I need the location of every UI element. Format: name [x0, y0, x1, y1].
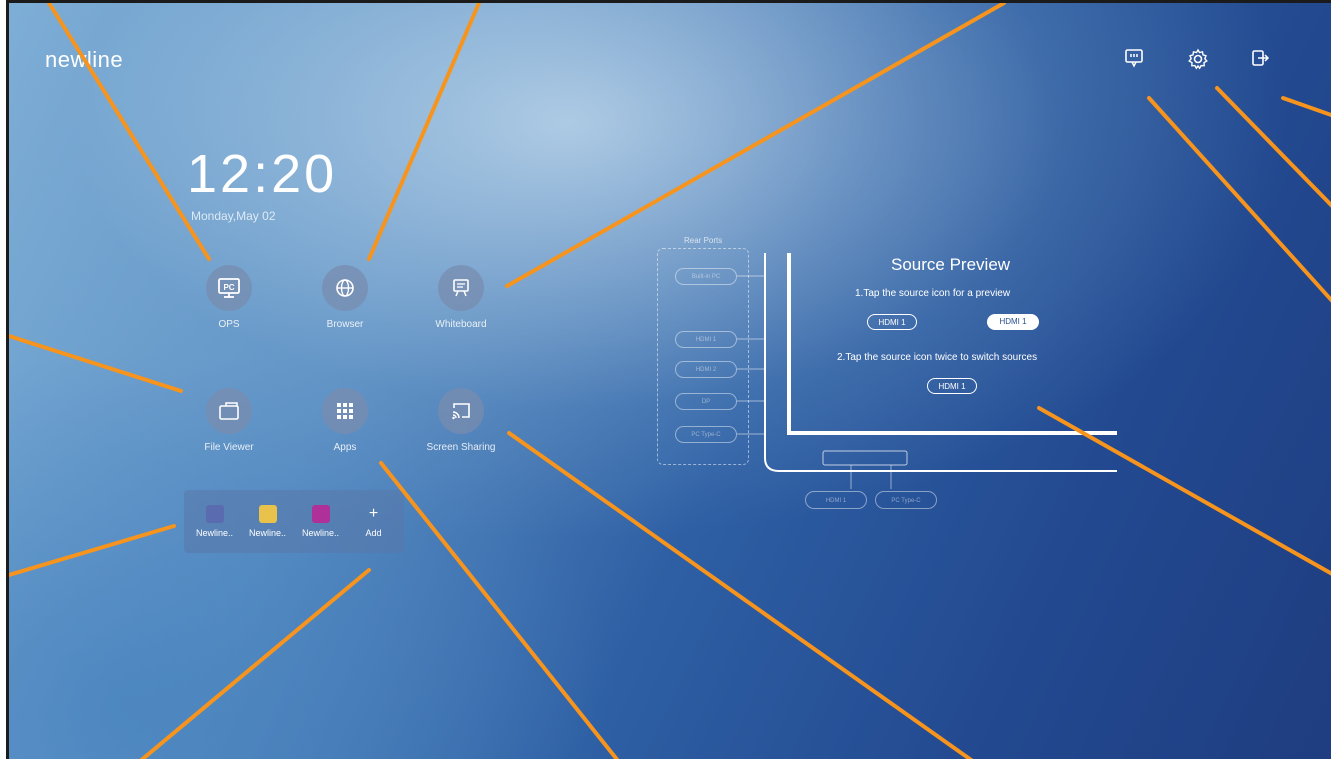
dock-app-1-label: Newline..: [195, 528, 233, 538]
source-preview-title: Source Preview: [891, 255, 1011, 274]
clock-date: Monday,May 02: [191, 209, 276, 223]
cast-icon: [438, 388, 484, 434]
dock-app-2-label: Newline..: [248, 528, 286, 538]
plus-icon: +: [368, 505, 379, 522]
app-file-viewer-label: File Viewer: [204, 442, 254, 453]
app-thumbnail-icon: [258, 505, 277, 523]
dock-app-2[interactable]: Newline..: [245, 505, 291, 538]
app-browser[interactable]: Browser: [295, 265, 395, 330]
hdmi-switch-pill: HDMI 1: [927, 378, 977, 394]
dock-add-button[interactable]: + Add: [351, 505, 397, 538]
home-screen: newline 12:20 Monday,May 02 PC OPS Brows…: [6, 0, 1331, 759]
dock-app-1[interactable]: Newline..: [192, 505, 238, 538]
newline-logo: newline: [45, 47, 124, 72]
app-apps[interactable]: Apps: [295, 388, 395, 453]
app-screen-sharing[interactable]: Screen Sharing: [411, 388, 511, 453]
app-file-viewer[interactable]: File Viewer: [179, 388, 279, 453]
whiteboard-icon: [438, 265, 484, 311]
port-dp: DP: [675, 393, 737, 410]
folder-icon: [206, 388, 252, 434]
app-ops-label: OPS: [218, 319, 240, 330]
dock-add-label: Add: [365, 528, 382, 538]
exit-icon[interactable]: [1249, 47, 1271, 74]
dock-app-3[interactable]: Newline..: [298, 505, 344, 538]
bottom-port-pc-type-c: PC Type-C: [875, 491, 937, 509]
source-preview-step-2: 2.Tap the source icon twice to switch so…: [837, 352, 1038, 363]
app-screen-sharing-label: Screen Sharing: [426, 442, 496, 453]
pc-icon: PC: [206, 265, 252, 311]
port-hdmi-1: HDMI 1: [675, 331, 737, 348]
pc-badge: PC: [223, 283, 234, 292]
port-built-in-pc: Built-in PC: [675, 268, 737, 285]
app-browser-label: Browser: [326, 319, 364, 330]
app-whiteboard[interactable]: Whiteboard: [411, 265, 511, 330]
app-ops[interactable]: PC OPS: [179, 265, 279, 330]
clock-time: 12:20: [187, 144, 338, 204]
rear-ports-label: Rear Ports: [684, 236, 723, 245]
bottom-port-hdmi-1: HDMI 1: [805, 491, 867, 509]
hdmi-source-pill: HDMI 1: [867, 314, 917, 330]
dock-app-3-label: Newline..: [301, 528, 339, 538]
port-hdmi-2: HDMI 2: [675, 361, 737, 378]
app-whiteboard-label: Whiteboard: [435, 319, 487, 330]
app-dock: Newline.. Newline.. Newline.. + Add: [184, 490, 404, 553]
app-thumbnail-icon: [205, 505, 224, 523]
hdmi-preview-pill: HDMI 1: [987, 314, 1039, 330]
input-source-icon[interactable]: [1123, 47, 1145, 74]
port-pc-type-c: PC Type-C: [675, 426, 737, 443]
globe-icon: [322, 265, 368, 311]
grid-icon: [322, 388, 368, 434]
app-thumbnail-icon: [311, 505, 330, 523]
app-apps-label: Apps: [333, 442, 357, 453]
gear-icon[interactable]: [1186, 47, 1210, 76]
source-preview-step-1: 1.Tap the source icon for a preview: [855, 288, 1011, 299]
